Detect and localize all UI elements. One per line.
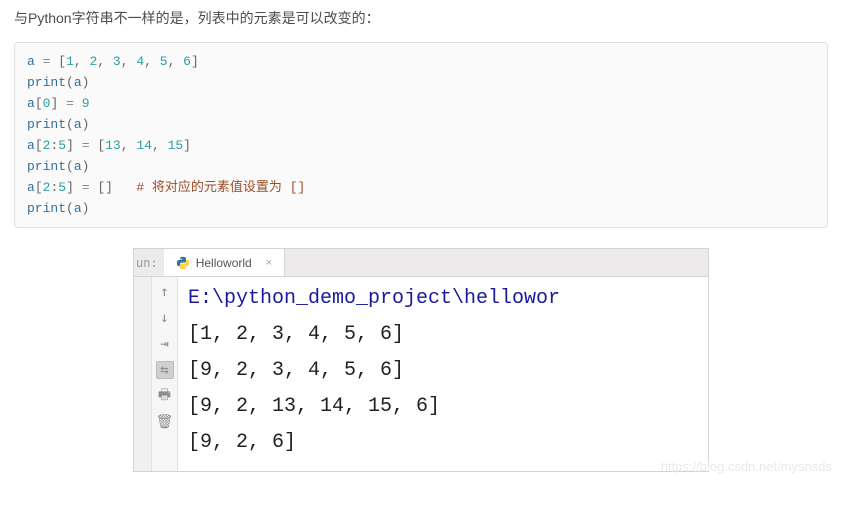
output-line: [9, 2, 3, 4, 5, 6] (188, 353, 698, 389)
soft-wrap-icon[interactable]: ⇆ (156, 361, 174, 379)
output-line: [9, 2, 13, 14, 15, 6] (188, 389, 698, 425)
tab-helloworld[interactable]: Helloworld × (164, 249, 285, 276)
code-comment: # 将对应的元素值设置为 [] (136, 180, 305, 195)
code-block: a = [1, 2, 3, 4, 5, 6] print(a) a[0] = 9… (14, 42, 828, 228)
intro-text: 与Python字符串不一样的是，列表中的元素是可以改变的： (14, 8, 828, 28)
console-output: E:\python_demo_project\hellowor [1, 2, 3… (178, 277, 708, 471)
arrow-down-icon[interactable]: ↓ (156, 309, 174, 327)
output-line: [1, 2, 3, 4, 5, 6] (188, 317, 698, 353)
tab-label: Helloworld (196, 256, 252, 270)
ide-panel: un: Helloworld × ↑ ↓ ⇥ ⇆ 🖶 🗑 (133, 248, 709, 472)
trash-icon[interactable]: 🗑 (156, 413, 174, 431)
code-token: a (27, 54, 35, 69)
ide-header: un: Helloworld × (134, 249, 708, 277)
tool-gutter: ↑ ↓ ⇥ ⇆ 🖶 🗑 (152, 277, 178, 471)
wrap-icon[interactable]: ⇥ (156, 335, 174, 353)
python-icon (176, 256, 190, 270)
output-line: [9, 2, 6] (188, 425, 698, 461)
close-icon[interactable]: × (258, 257, 272, 269)
gutter-left (134, 277, 152, 471)
print-icon[interactable]: 🖶 (156, 387, 174, 405)
arrow-up-icon[interactable]: ↑ (156, 283, 174, 301)
run-label: un: (134, 256, 164, 270)
console-path: E:\python_demo_project\hellowor (188, 281, 698, 317)
